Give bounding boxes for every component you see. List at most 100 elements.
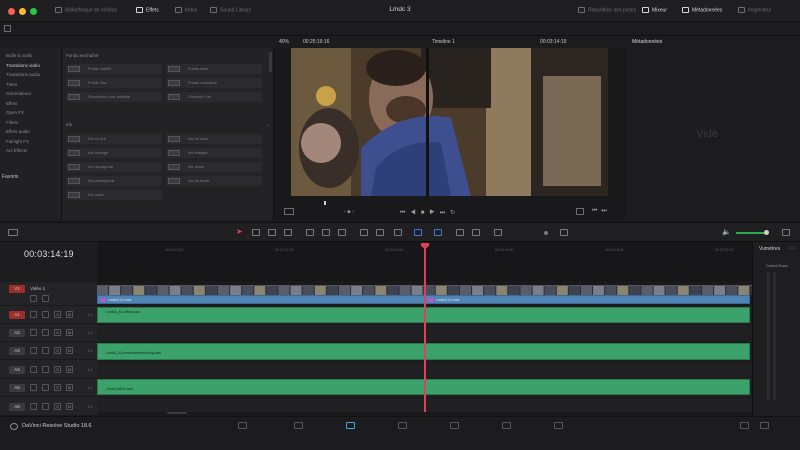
library-item[interactable]: Effets — [6, 101, 17, 106]
insert-clip-icon[interactable] — [306, 229, 314, 236]
zoom-fit-icon[interactable] — [456, 229, 464, 236]
effect-tile[interactable]: Fondu flou — [66, 78, 162, 88]
replace-clip-icon[interactable] — [338, 229, 346, 236]
track-header-a5[interactable]: A5 S M 1.0 — [0, 379, 97, 397]
solo-button[interactable]: S — [54, 311, 61, 318]
lock-icon[interactable] — [30, 347, 37, 354]
track-header-v1[interactable]: V1 Vidéo 1 — [0, 282, 97, 306]
effect-tile[interactable]: Iris pentagonal — [66, 176, 162, 186]
solo-button[interactable]: S — [54, 347, 61, 354]
effect-tile[interactable]: Iris en œil — [66, 134, 162, 144]
tab-inspector[interactable]: Inspecteur — [738, 7, 771, 13]
video-frame[interactable] — [291, 48, 608, 196]
select-tool-icon[interactable]: ➤ — [236, 227, 243, 236]
track-id-badge[interactable]: A5 — [9, 384, 25, 392]
more-options-icon[interactable]: ⋯ — [789, 245, 795, 252]
overwrite-clip-icon[interactable] — [322, 229, 330, 236]
link-icon[interactable] — [376, 229, 384, 236]
track-header-a4[interactable]: A4 S M 1.0 — [0, 360, 97, 379]
home-icon[interactable] — [740, 422, 749, 429]
transport-controls[interactable]: ⏮◀■▶⏭↻ — [400, 209, 460, 217]
mute-button[interactable]: M — [66, 384, 73, 391]
marker-nav-icons[interactable]: ⏮⏭ — [592, 208, 611, 215]
custom-zoom-icon[interactable] — [560, 229, 568, 236]
v1-clip-b[interactable]: Lmdc3-V1.mov — [425, 295, 750, 304]
effect-tile[interactable]: Fondu enchaîné — [166, 78, 262, 88]
lock-icon[interactable] — [30, 295, 37, 302]
effect-tile[interactable]: Iris carré — [66, 190, 162, 200]
lock-icon[interactable] — [30, 329, 37, 336]
library-item[interactable]: Open FX — [6, 110, 24, 115]
lock-icon[interactable] — [394, 229, 402, 236]
library-item[interactable]: Effets audio — [6, 129, 30, 134]
waveform-toggle-icon[interactable] — [42, 366, 49, 373]
lock-icon[interactable] — [30, 366, 37, 373]
volume-slider-handle[interactable] — [764, 230, 769, 235]
tab-mixer[interactable]: Mixeur — [642, 7, 667, 13]
panel-toggle-icon[interactable] — [4, 25, 11, 32]
collapse-chevron-icon[interactable]: ⌄ — [266, 122, 270, 128]
settings-icon[interactable] — [760, 422, 769, 429]
tab-metadata[interactable]: Métadonnées — [682, 7, 722, 13]
page-media-icon[interactable] — [238, 422, 247, 429]
scrub-marker[interactable] — [324, 201, 326, 205]
blade-tool-icon[interactable] — [284, 229, 292, 236]
page-fusion-icon[interactable] — [398, 422, 407, 429]
playhead[interactable] — [424, 244, 426, 412]
track-header-a1[interactable]: A1 S M 1.0 — [0, 306, 97, 324]
waveform-toggle-icon[interactable] — [42, 347, 49, 354]
page-cut-icon[interactable] — [294, 422, 303, 429]
viewer-options-icon[interactable] — [284, 208, 294, 215]
track-id-badge[interactable]: V1 — [9, 285, 25, 293]
mute-button[interactable]: M — [66, 311, 73, 318]
mute-button[interactable]: M — [66, 366, 73, 373]
effect-tile[interactable]: Iris en étoile — [166, 176, 262, 186]
mute-button[interactable]: M — [66, 347, 73, 354]
track-id-badge[interactable]: A2 — [9, 329, 25, 337]
effect-tile[interactable]: Fondu additif — [66, 64, 162, 74]
flag-icon[interactable] — [414, 229, 422, 236]
waveform-toggle-icon[interactable] — [42, 384, 49, 391]
track-id-badge[interactable]: A6 — [9, 403, 25, 411]
effect-tile[interactable]: Iris triangle — [166, 148, 262, 158]
waveform-toggle-icon[interactable] — [42, 311, 49, 318]
timeline-selector[interactable]: Timeline 1 — [432, 39, 455, 45]
effect-tile[interactable]: Dissolution non additive — [66, 92, 162, 102]
effects-scrollbar[interactable] — [269, 52, 272, 72]
page-deliver-icon[interactable] — [554, 422, 563, 429]
lock-icon[interactable] — [30, 384, 37, 391]
lock-icon[interactable] — [30, 311, 37, 318]
effect-tile[interactable]: Iris ovale — [166, 162, 262, 172]
waveform-toggle-icon[interactable] — [42, 403, 49, 410]
jog-control[interactable]: ‹ ◆ › — [344, 209, 354, 215]
library-item[interactable]: Transitions audio — [6, 72, 40, 77]
effect-tile[interactable]: Iris losange — [66, 148, 162, 158]
track-id-badge[interactable]: A1 — [9, 311, 25, 319]
waveform-toggle-icon[interactable] — [42, 329, 49, 336]
trim-tool-icon[interactable] — [252, 229, 260, 236]
zoom-out-icon[interactable] — [494, 229, 502, 236]
library-item[interactable]: Fairlight FX — [6, 139, 29, 144]
solo-button[interactable]: S — [54, 329, 61, 336]
v1-clip-a[interactable]: Lmdc3-V1.mov — [97, 295, 425, 304]
library-item[interactable]: AU Effects — [6, 148, 27, 153]
solo-button[interactable]: S — [54, 366, 61, 373]
timeline-h-scrollbar[interactable] — [167, 412, 187, 414]
track-header-a2[interactable]: A2 S M 1.0 — [0, 324, 97, 342]
track-id-badge[interactable]: A3 — [9, 347, 25, 355]
marker-icon[interactable] — [434, 229, 442, 236]
timeline-view-icon[interactable] — [8, 229, 18, 236]
track-header-a6[interactable]: A6 S M 1.0 — [0, 397, 97, 416]
track-header-a3[interactable]: A3 S M 1.0 — [0, 342, 97, 360]
library-item[interactable]: Transitions vidéo — [6, 63, 40, 68]
visibility-icon[interactable] — [42, 295, 49, 302]
library-item[interactable]: Boîte à outils — [6, 53, 32, 58]
dynamic-trim-icon[interactable] — [268, 229, 276, 236]
effect-tile[interactable]: Dissolve Fun — [166, 92, 262, 102]
track-id-badge[interactable]: A4 — [9, 366, 25, 374]
library-item[interactable]: Générateurs — [6, 91, 31, 96]
effect-tile[interactable]: Iris hexagonal — [66, 162, 162, 172]
fullscreen-icon[interactable] — [576, 208, 584, 215]
effect-tile[interactable]: Fondu lissé — [166, 64, 262, 74]
page-edit-icon[interactable] — [346, 422, 355, 429]
